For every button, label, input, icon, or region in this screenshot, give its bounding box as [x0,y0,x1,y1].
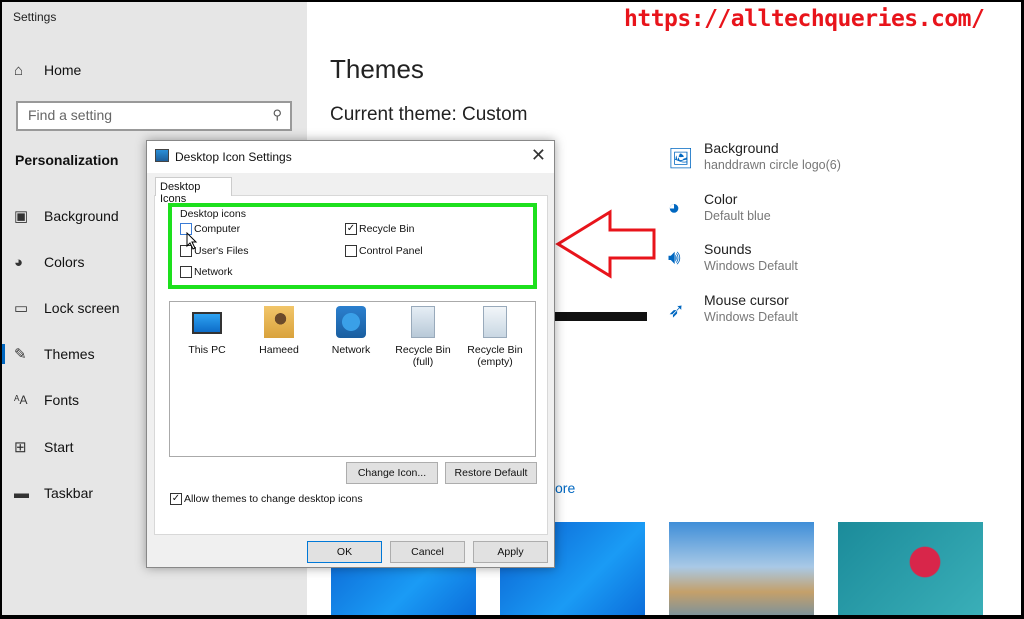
screenshot-frame: Settings ⌂ Home Find a setting ⚲ Personali… [2,2,1021,615]
checkmark-icon[interactable]: ✓ [345,223,357,235]
monitor-icon [192,312,222,334]
subtitle: handdrawn circle logo(6) [704,158,841,172]
user-folder-icon [264,306,294,338]
recycle-bin-full-icon [411,306,435,338]
theme-thumbnail[interactable] [838,522,983,615]
home-label: Home [44,62,82,78]
palette-icon: ◕ [668,197,681,219]
app-title: Settings [13,10,57,24]
highlight-box: Desktop icons Computer User's Files Netw… [168,203,537,289]
checkbox-box[interactable] [180,266,192,278]
icon-user[interactable]: Hameed [243,306,315,356]
label: Lock screen [44,300,120,316]
theme-thumbnail[interactable] [669,522,814,615]
close-icon[interactable]: ✕ [531,145,546,166]
title: Mouse cursor [704,292,789,308]
checkbox-box[interactable] [345,245,357,257]
checkbox-allow-themes[interactable]: ✓ Allow themes to change desktop icons [170,493,363,505]
recycle-bin-empty-icon [483,306,507,338]
themes-icon: ✎ [14,346,27,363]
label: Recycle Bin (empty) [467,344,523,368]
ok-button[interactable]: OK [307,541,382,563]
icon-recycle-bin-empty[interactable]: Recycle Bin (empty) [459,306,531,368]
label: Themes [44,346,95,362]
more-link[interactable]: ore [555,480,575,496]
restore-default-button[interactable]: Restore Default [445,462,537,484]
subtitle: Windows Default [704,310,798,324]
image-icon: ▣ [14,208,29,225]
start-icon: ⊞ [14,439,27,456]
label: Taskbar [44,485,94,501]
network-icon [336,306,366,338]
red-arrow-icon [555,209,656,279]
lock-screen-icon: ▭ [14,300,29,317]
label: User's Files [194,245,249,257]
label: Recycle Bin (full) [395,344,451,368]
apply-button[interactable]: Apply [473,541,548,563]
cursor-icon: ➶ [668,300,685,322]
search-icon: ⚲ [272,107,282,122]
title: Color [704,191,738,207]
title: Sounds [704,241,752,257]
label: This PC [188,344,226,356]
mouse-pointer-icon [186,232,198,250]
icon-network[interactable]: Network [315,306,387,356]
change-icon-button[interactable]: Change Icon... [346,462,438,484]
label: Start [44,439,74,455]
search-input[interactable]: Find a setting ⚲ [16,101,292,131]
taskbar-icon: ▬ [14,484,29,502]
group-label: Desktop icons [180,208,246,220]
checkbox-control-panel[interactable]: Control Panel [345,245,423,257]
label: Control Panel [359,245,423,257]
tab-desktop-icons[interactable]: Desktop Icons [155,177,232,205]
theme-preview-edge [555,312,647,321]
sidebar-item-home[interactable]: ⌂ Home [2,50,307,90]
page-title: Themes [330,54,424,84]
section-heading: Personalization [15,152,119,168]
dialog-titlebar[interactable]: Desktop Icon Settings ✕ [147,141,554,173]
palette-icon: ◕ [14,253,24,271]
checkbox-recycle-bin[interactable]: ✓ Recycle Bin [345,223,414,235]
label: Network [194,266,233,278]
fonts-icon: ᴬA [14,393,28,407]
dialog-title: Desktop Icon Settings [175,150,292,164]
watermark-url: https://alltechqueries.com/ [624,6,985,32]
label: Allow themes to change desktop icons [184,493,363,505]
label: Fonts [44,392,80,408]
checkmark-icon[interactable]: ✓ [170,493,182,505]
home-icon: ⌂ [14,61,24,79]
speaker-icon: 🔊︎ [668,247,681,269]
label: Background [44,208,119,224]
image-icon: 🖼︎ [668,148,694,170]
search-placeholder: Find a setting [28,107,113,123]
cancel-button[interactable]: Cancel [390,541,465,563]
label: Colors [44,254,85,270]
checkbox-network[interactable]: Network [180,266,233,278]
current-theme: Current theme: Custom [330,104,528,125]
icon-recycle-bin-full[interactable]: Recycle Bin (full) [387,306,459,368]
subtitle: Default blue [704,209,771,223]
tab-panel: Desktop icons Computer User's Files Netw… [154,195,548,535]
label: Network [331,344,371,356]
subtitle: Windows Default [704,259,798,273]
label: Hameed [259,344,299,356]
icon-this-pc[interactable]: This PC [171,306,243,356]
icon-list[interactable]: This PC Hameed Network Recycle Bin (full… [169,301,536,457]
desktop-icon-settings-dialog: Desktop Icon Settings ✕ Desktop Icons De… [146,140,555,568]
label: Recycle Bin [359,223,415,235]
label: Computer [194,223,241,235]
title: Background [704,140,779,156]
dialog-app-icon [155,149,169,162]
